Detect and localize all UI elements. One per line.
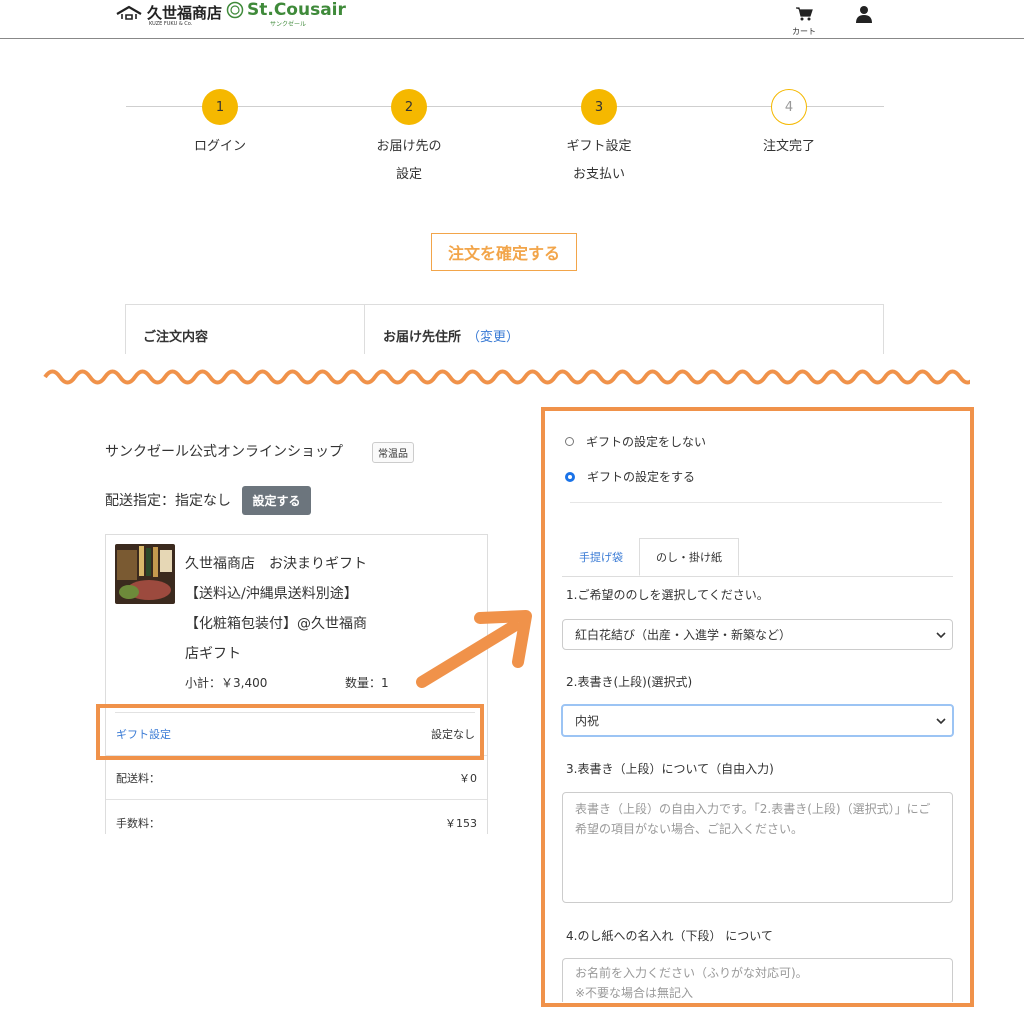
temperature-badge: 常温品 <box>372 442 414 463</box>
gift-on-label: ギフトの設定をする <box>587 470 696 484</box>
step-2-label-line1: お届け先の <box>376 139 442 154</box>
handling-fee-label: 手数料： <box>116 817 160 830</box>
product-title-line: 【化粧箱包装付】@久世福商 <box>185 616 367 632</box>
gift-off-label: ギフトの設定をしない <box>586 435 707 449</box>
lower-name-input[interactable]: お名前を入力ください（ふりがな対応可)。 ※不要な場合は無記入 <box>562 958 953 1002</box>
shipping-fee-value: ￥0 <box>459 772 477 785</box>
noshi-type-select[interactable]: 紅白花結び（出産・入進学・新築など） <box>562 619 953 650</box>
shipping-fee-label: 配送料： <box>116 772 160 785</box>
brand1-sub: KUZE FUKU & Co. <box>149 21 193 27</box>
item-quantity: 数量：1 <box>345 676 389 690</box>
step-4-circle: 4 <box>771 89 807 125</box>
shipping-address-title: お届け先住所 <box>383 330 462 345</box>
handling-fee-value: ￥153 <box>445 817 477 830</box>
step-1-label: ログイン <box>160 133 280 161</box>
kuzefuku-logo[interactable]: 久世福商店 KUZE FUKU & Co. <box>115 2 223 27</box>
step-2-label-line2: 設定 <box>395 167 422 182</box>
shop-name: サンクゼール公式オンラインショップ <box>105 444 343 460</box>
upper-text-placeholder: 表書き（上段）の自由入力です。「2.表書き(上段)（選択式）」にご希望の項目がな… <box>575 802 931 836</box>
row-separator <box>106 799 487 800</box>
pointer-arrow-icon <box>416 610 532 688</box>
product-title-line: 久世福商店 お決まりギフト <box>185 556 367 572</box>
stcousair-logo[interactable]: St.Cousair サンクゼール <box>226 0 346 28</box>
lower-name-placeholder-1: お名前を入力ください（ふりがな対応可)。 <box>575 966 808 980</box>
step-1-label-line1: ログイン <box>193 139 246 154</box>
q1-label: 1.ご希望ののしを選択してください。 <box>566 588 769 602</box>
q2-label: 2.表書き(上段)(選択式) <box>566 675 693 689</box>
tab-noshi[interactable]: のし・掛け紙 <box>639 538 739 576</box>
brand2-name: St.Cousair <box>247 0 346 20</box>
delivery-set-button[interactable]: 設定する <box>242 486 311 515</box>
step-3-label-line1: ギフト設定 <box>566 139 632 154</box>
step-3-circle: 3 <box>581 89 617 125</box>
product-title-line: 店ギフト <box>185 646 241 662</box>
panel-separator <box>570 502 942 503</box>
radio-on-icon <box>565 471 575 482</box>
cart-label: カート <box>792 27 816 36</box>
brand1-name: 久世福商店 <box>147 4 223 22</box>
lower-name-placeholder-2: ※不要な場合は無記入 <box>575 986 694 1000</box>
step-2-label: お届け先の 設定 <box>349 133 469 189</box>
step-2-circle: 2 <box>391 89 427 125</box>
tab-gift-bag[interactable]: 手提げ袋 <box>566 538 636 576</box>
product-thumbnail <box>115 544 175 604</box>
upper-text-select[interactable]: 内祝 <box>561 704 954 737</box>
gift-off-radio[interactable]: ギフトの設定をしない <box>565 433 706 450</box>
product-title: 久世福商店 お決まりギフト 【送料込/沖縄県送料別途】 【化粧箱包装付】@久世福… <box>185 549 395 669</box>
step-1-circle: 1 <box>202 89 238 125</box>
summary-divider <box>364 304 365 354</box>
q4-label: 4.のし紙への名入れ（下段） について <box>566 929 773 943</box>
order-contents-heading: ご注文内容 <box>143 330 209 345</box>
account-button[interactable] <box>855 5 873 27</box>
shipping-address-heading: お届け先住所 （変更） <box>383 326 519 345</box>
upper-text-value: 内祝 <box>575 714 600 728</box>
tab-bar-line <box>562 576 953 577</box>
gift-on-radio[interactable]: ギフトの設定をする <box>565 468 695 485</box>
brand2-sub: サンクゼール <box>270 21 307 28</box>
step-4-label: 注文完了 <box>729 133 849 161</box>
chevron-down-icon <box>936 631 946 638</box>
gift-row-highlight <box>96 704 484 760</box>
change-address-link[interactable]: （変更） <box>467 330 519 345</box>
wavy-divider <box>43 369 970 385</box>
item-subtotal: 小計：￥3,400 <box>185 676 268 690</box>
q3-label: 3.表書き（上段）について（自由入力) <box>566 762 774 776</box>
step-3-label: ギフト設定 お支払い <box>539 133 659 189</box>
stcousair-emblem-icon <box>226 1 244 19</box>
step-4-label-line1: 注文完了 <box>762 139 815 154</box>
confirm-order-button[interactable]: 注文を確定する <box>431 233 577 271</box>
product-title-line: 【送料込/沖縄県送料別途】 <box>185 586 358 602</box>
upper-text-free-input[interactable]: 表書き（上段）の自由入力です。「2.表書き(上段)（選択式）」にご希望の項目がな… <box>562 792 953 903</box>
cart-icon <box>796 7 813 21</box>
noshi-type-value: 紅白花結び（出産・入進学・新築など） <box>575 628 792 642</box>
house-roof-icon <box>116 5 142 20</box>
chevron-down-icon <box>936 717 946 724</box>
cart-button[interactable]: カート <box>790 6 818 37</box>
step-3-label-line2: お支払い <box>572 167 625 182</box>
delivery-setting: 配送指定：指定なし <box>105 493 231 509</box>
user-icon <box>856 6 872 23</box>
radio-off-icon <box>565 437 574 446</box>
